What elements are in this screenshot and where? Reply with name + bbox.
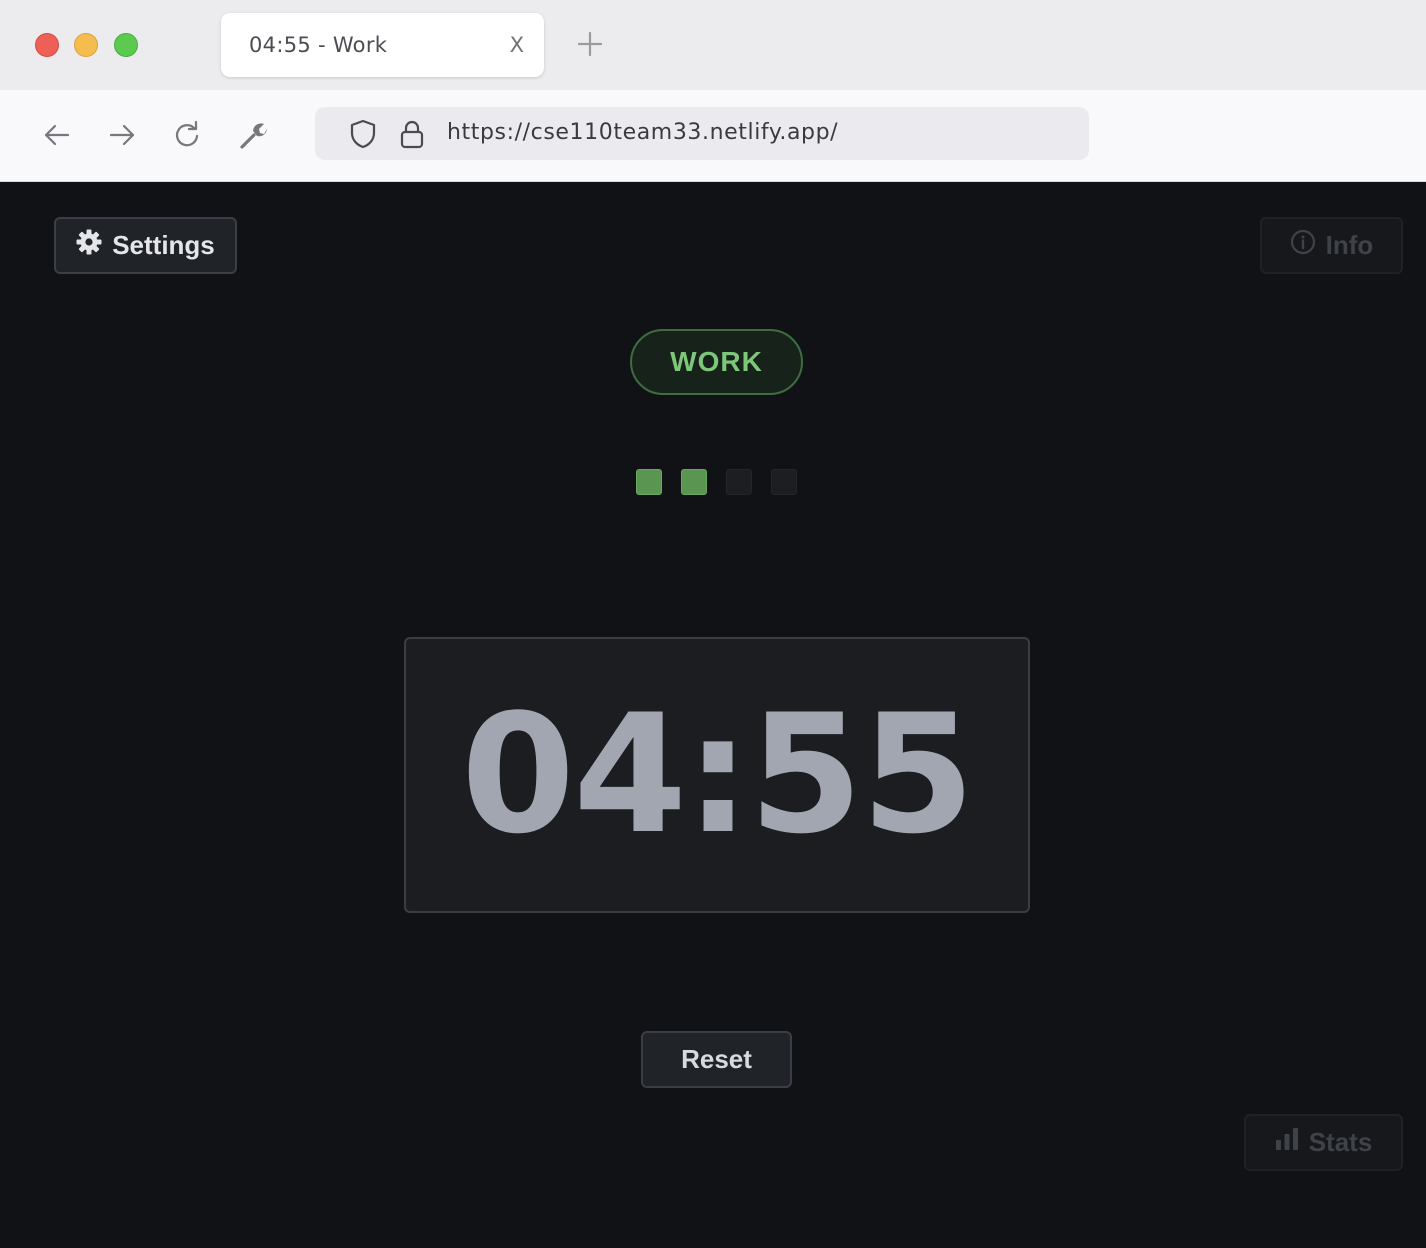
shield-icon[interactable] bbox=[348, 119, 378, 154]
settings-button[interactable]: Settings bbox=[54, 217, 237, 274]
timer-text: 04:55 bbox=[460, 679, 975, 870]
session-dot bbox=[726, 469, 752, 495]
session-dot bbox=[681, 469, 707, 495]
mode-indicator: WORK bbox=[630, 329, 803, 395]
stats-button[interactable]: Stats bbox=[1244, 1114, 1403, 1171]
tab-title: 04:55 - Work bbox=[249, 33, 388, 57]
pomodoro-app: Settings Info WORK 04:55 Reset Stats bbox=[0, 182, 1426, 1248]
session-progress bbox=[636, 469, 797, 495]
close-window-button[interactable] bbox=[35, 33, 59, 57]
maximize-window-button[interactable] bbox=[114, 33, 138, 57]
reset-button[interactable]: Reset bbox=[641, 1031, 792, 1088]
info-icon bbox=[1290, 229, 1316, 262]
wrench-icon[interactable] bbox=[239, 120, 269, 150]
back-arrow-icon[interactable] bbox=[42, 120, 72, 150]
minimize-window-button[interactable] bbox=[74, 33, 98, 57]
reload-icon[interactable] bbox=[173, 120, 203, 150]
browser-tab[interactable]: 04:55 - Work X bbox=[221, 13, 544, 77]
browser-toolbar: https://cse110team33.netlify.app/ bbox=[0, 90, 1426, 182]
timer-display: 04:55 bbox=[404, 637, 1030, 913]
session-dot bbox=[771, 469, 797, 495]
settings-label: Settings bbox=[112, 230, 215, 260]
browser-tab-bar: 04:55 - Work X bbox=[0, 0, 1426, 91]
gear-icon bbox=[76, 229, 102, 262]
info-button[interactable]: Info bbox=[1260, 217, 1403, 274]
bar-chart-icon bbox=[1275, 1127, 1299, 1158]
session-dot bbox=[636, 469, 662, 495]
info-label: Info bbox=[1325, 230, 1374, 260]
url-text[interactable]: https://cse110team33.netlify.app/ bbox=[447, 120, 838, 145]
stats-label: Stats bbox=[1308, 1127, 1373, 1157]
tab-close-button[interactable]: X bbox=[510, 33, 524, 57]
forward-arrow-icon[interactable] bbox=[107, 120, 137, 150]
new-tab-plus-icon[interactable] bbox=[576, 30, 604, 58]
reset-label: Reset bbox=[681, 1044, 752, 1074]
lock-icon bbox=[399, 119, 425, 154]
mode-label: WORK bbox=[670, 346, 763, 377]
address-bar[interactable]: https://cse110team33.netlify.app/ bbox=[315, 107, 1089, 160]
